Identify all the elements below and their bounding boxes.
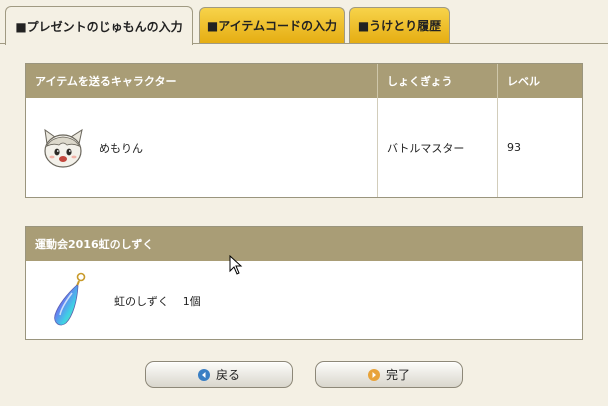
tab-item-code-input[interactable]: ■アイテムコードの入力 [199,7,345,43]
header-character: アイテムを送るキャラクター [26,64,378,98]
tab-present-spell-input[interactable]: ■プレゼントのじゅもんの入力 [5,6,193,45]
character-row[interactable]: めもりん バトルマスター 93 [26,98,582,197]
button-bar: 戻る 完了 [0,361,608,388]
rainbow-drop-pendant-icon [54,272,86,325]
left-arrow-circle-icon [197,368,210,381]
tab-present-spell-input-label: ■プレゼントのじゅもんの入力 [15,19,183,34]
character-table: アイテムを送るキャラクター しょくぎょう レベル めもりん バトルマスター 93 [25,63,583,198]
header-job: しょくぎょう [378,64,498,98]
character-level: 93 [507,141,521,154]
mouse-cursor-icon [229,255,243,275]
character-name: めもりん [99,141,143,155]
item-panel-title: 運動会2016虹のしずく [26,227,582,261]
tab-item-code-input-label: ■アイテムコードの入力 [206,19,338,33]
tab-receive-history[interactable]: ■うけとり履歴 [349,7,450,43]
character-table-header: アイテムを送るキャラクター しょくぎょう レベル [26,64,582,98]
item-count: 1個 [182,294,201,308]
back-button[interactable]: 戻る [145,361,293,388]
character-job: バトルマスター [378,98,498,197]
item-row: 虹のしずく 1個 [26,261,582,340]
header-level: レベル [507,75,540,88]
done-button-label: 完了 [385,368,410,382]
tab-bar: ■プレゼントのじゅもんの入力 ■アイテムコードの入力 ■うけとり履歴 [0,0,608,45]
character-cell: めもりん [26,98,378,197]
item-panel: 運動会2016虹のしずく 虹のしずく 1個 [25,226,583,340]
done-button[interactable]: 完了 [315,361,463,388]
right-arrow-circle-icon [367,368,380,381]
item-name: 虹のしずく [114,294,169,308]
cat-character-avatar-icon [44,128,83,168]
tab-receive-history-label: ■うけとり履歴 [357,19,442,33]
back-button-label: 戻る [215,368,240,382]
